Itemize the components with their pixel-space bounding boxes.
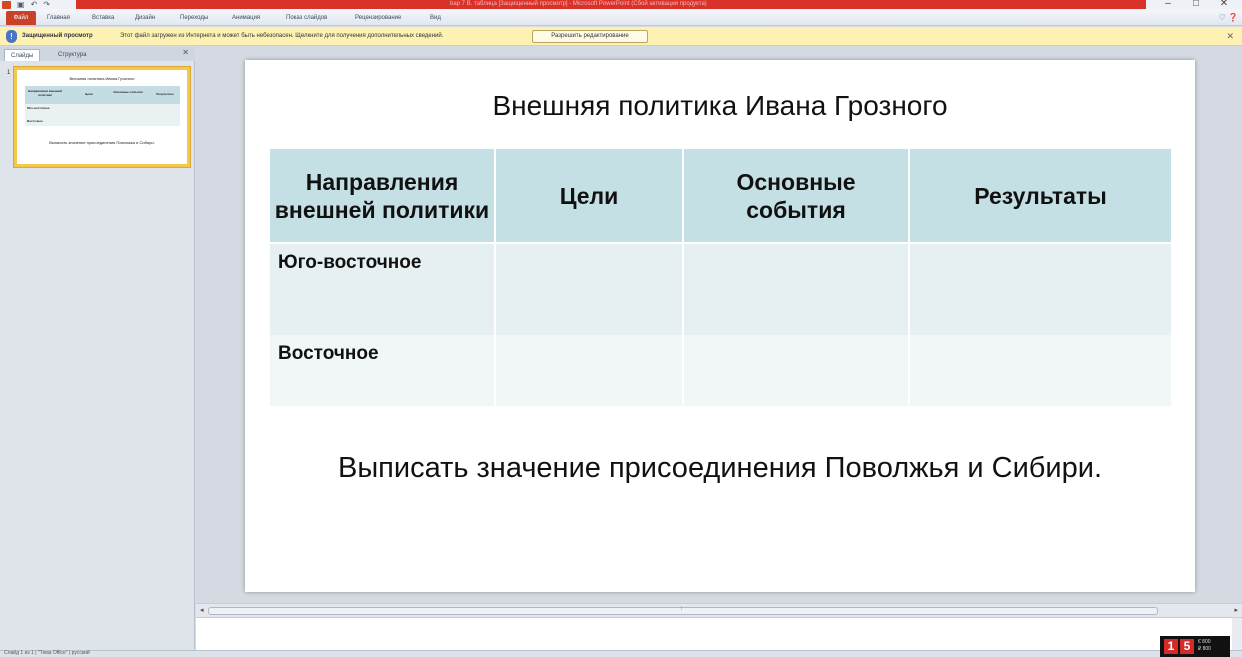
tab-slideshow[interactable]: Показ слайдов (286, 11, 327, 25)
table-header-cell[interactable]: Направления внешней политики (270, 149, 496, 244)
minimize-button[interactable]: – (1158, 0, 1178, 9)
close-icon[interactable]: ✕ (1226, 27, 1234, 46)
slide-table[interactable]: Направления внешней политики Цели Основн… (270, 149, 1173, 406)
table-header-cell[interactable]: Цели (495, 149, 684, 244)
table-row: Восточное (270, 335, 1173, 406)
thumbnail-row-label: Восточное (27, 119, 43, 123)
slide-number: 1 (7, 70, 11, 76)
scroll-right-icon[interactable]: ▸ (1234, 606, 1238, 614)
table-cell[interactable] (909, 335, 1173, 406)
tv-logo-info: € 800 ₽ 800 (1198, 639, 1211, 652)
protected-view-message[interactable]: Этот файл загружен из Интернета и может … (120, 27, 443, 46)
tab-review[interactable]: Рецензирование (355, 11, 401, 25)
table-header-cell[interactable]: Основные события (683, 149, 910, 244)
tab-outline[interactable]: Структура (52, 49, 92, 61)
tab-insert[interactable]: Вставка (92, 11, 114, 25)
tab-animations[interactable]: Анимация (232, 11, 260, 25)
enable-editing-button[interactable]: Разрешить редактирование (532, 30, 648, 43)
thumbnail-header-cell: Основные события (113, 90, 143, 94)
protected-view-bar: ! Защищенный просмотр Этот файл загружен… (0, 27, 1242, 46)
quick-access-toolbar: ▣ ↶ ↷ (2, 0, 50, 9)
tab-slides[interactable]: Слайды (4, 49, 41, 61)
thumbnail-footer: Выписать значение присоединения Поволжья… (49, 140, 155, 145)
table-cell[interactable]: Восточное (270, 335, 496, 406)
undo-icon[interactable]: ↶ (31, 0, 38, 9)
table-cell[interactable]: Юго-восточное (270, 243, 496, 335)
maximize-button[interactable]: □ (1186, 0, 1206, 9)
notes-scrollbar[interactable] (1232, 618, 1242, 651)
notes-pane[interactable] (196, 617, 1242, 651)
slides-panel: Слайды Структура ✕ 1 Внешняя политика Ив… (0, 47, 195, 650)
thumbnail-table: Направления внешней политики Цели Основн… (25, 86, 180, 126)
tv-logo-digit: 5 (1180, 639, 1194, 654)
table-cell[interactable] (683, 335, 910, 406)
table-row: Юго-восточное (270, 243, 1173, 335)
tab-home[interactable]: Главная (47, 11, 70, 25)
close-icon[interactable]: ✕ (182, 48, 189, 57)
scrollbar-grip-icon: ⦙ (681, 606, 683, 612)
slides-panel-tabs: Слайды Структура ✕ (0, 47, 195, 61)
title-bar: ▣ ↶ ↷ bap 7 B. таблица [Защищенный просм… (0, 0, 1242, 9)
thumbnail-table-header: Направления внешней политики Цели Основн… (25, 86, 180, 104)
status-bar: Слайд 1 из 1 | "Тема Office" | русский (0, 650, 1242, 657)
tab-transitions[interactable]: Переходы (180, 11, 208, 25)
tv-channel-logo: 1 5 € 800 ₽ 800 (1160, 636, 1230, 657)
slide-thumbnail[interactable]: Внешняя политика Ивана Грозного Направле… (14, 67, 190, 167)
thumbnail-header-cell: Цели (85, 92, 93, 96)
horizontal-scrollbar[interactable]: ◂ ⦙ ▸ (196, 603, 1242, 617)
powerpoint-app-icon[interactable] (2, 0, 11, 9)
thumbnail-row-label: Юго-восточное (27, 106, 50, 110)
tab-design[interactable]: Дизайн (135, 11, 155, 25)
protected-view-title: Защищенный просмотр (22, 33, 93, 39)
redo-icon[interactable]: ↷ (43, 0, 50, 9)
scrollbar-thumb[interactable]: ⦙ (208, 606, 1158, 615)
save-icon[interactable]: ▣ (17, 0, 25, 9)
shield-icon: ! (6, 30, 17, 43)
close-window-button[interactable]: ✕ (1214, 0, 1234, 9)
table-cell[interactable] (495, 335, 684, 406)
view-buttons[interactable] (1062, 651, 1112, 657)
table-cell[interactable] (495, 243, 684, 335)
table-cell[interactable] (683, 243, 910, 335)
slide-title[interactable]: Внешняя политика Ивана Грозного (245, 90, 1195, 122)
ribbon-tab-bar: Файл Главная Вставка Дизайн Переходы Ани… (0, 9, 1242, 26)
slide[interactable]: Внешняя политика Ивана Грозного Направле… (245, 60, 1195, 592)
table-header-cell[interactable]: Результаты (909, 149, 1173, 244)
help-icon[interactable]: ♡ ❓ (1219, 11, 1238, 25)
status-text: Слайд 1 из 1 | "Тема Office" | русский (4, 650, 90, 656)
slide-editing-area: Внешняя политика Ивана Грозного Направле… (196, 47, 1242, 603)
tv-logo-digit: 1 (1164, 639, 1178, 654)
tab-view[interactable]: Вид (430, 11, 441, 25)
tab-file[interactable]: Файл (6, 11, 36, 25)
window-title: bap 7 B. таблица [Защищенный просмотр] -… (450, 1, 707, 7)
thumbnail-header-cell: Направления внешней политики (28, 89, 62, 97)
table-cell[interactable] (909, 243, 1173, 335)
scroll-left-icon[interactable]: ◂ (200, 606, 204, 614)
thumbnail-title: Внешняя политика Ивана Грозного (69, 76, 135, 81)
thumbnail-header-cell: Результаты (156, 92, 174, 96)
slide-footer-text[interactable]: Выписать значение присоединения Поволжья… (245, 452, 1195, 485)
